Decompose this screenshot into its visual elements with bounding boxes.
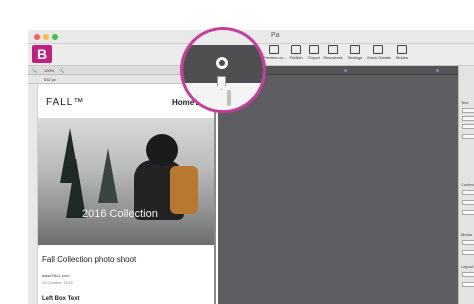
modes-button[interactable]: Modes (391, 45, 413, 65)
component-item[interactable] (462, 240, 474, 245)
page-preview[interactable]: FALL™ Home 2016 Collection Fall Collecti… (38, 84, 216, 304)
resources-label: Resources (323, 55, 343, 60)
app-logo: B (32, 45, 52, 63)
preview-label: Preview on... (263, 55, 287, 60)
article-date: 10 October, 2016 (42, 280, 73, 285)
export-icon (309, 45, 319, 54)
person-hood (146, 134, 178, 166)
component-item[interactable] (462, 124, 474, 129)
resources-icon (328, 45, 338, 54)
show-guides-button[interactable]: Show Guides (367, 45, 391, 65)
component-item[interactable] (462, 116, 474, 121)
zoom-in-icon[interactable]: 🔍 (59, 68, 64, 73)
monitor-icon (269, 45, 279, 54)
settings-label: Settings (347, 55, 363, 60)
zoom-out-icon[interactable]: 🔍 (32, 68, 37, 73)
panel-label-content: Conten (461, 182, 474, 187)
component-item[interactable] (462, 134, 474, 139)
guides-icon (373, 45, 383, 54)
show-guides-label: Show Guides (367, 55, 391, 60)
preview-button[interactable]: Preview on... (263, 45, 287, 65)
modes-icon (397, 45, 407, 54)
scrollbar-thumb[interactable] (227, 90, 231, 106)
backpack-shape (170, 166, 198, 214)
breakpoint-marker[interactable] (344, 69, 347, 72)
breakpoint-marker[interactable] (436, 69, 439, 72)
component-item[interactable] (462, 190, 474, 195)
page-width[interactable]: 532 px (44, 77, 56, 82)
minimize-window-button[interactable] (43, 34, 49, 40)
hero-caption: 2016 Collection (82, 208, 158, 220)
article-title[interactable]: Fall Collection photo shoot (42, 255, 136, 264)
zoom-window-button[interactable] (52, 34, 58, 40)
component-item[interactable] (462, 210, 474, 215)
component-item[interactable] (462, 272, 474, 277)
panel-label-text: Text (461, 100, 469, 105)
close-window-button[interactable] (34, 34, 40, 40)
component-item[interactable] (462, 282, 474, 287)
component-item[interactable] (462, 200, 474, 205)
left-box-title[interactable]: Left Box Text (42, 296, 80, 302)
settings-button[interactable]: Settings (344, 45, 366, 65)
brand-logo[interactable]: FALL™ (46, 97, 84, 108)
app-window: Pa B Preview on... Publish Export Resour… (0, 0, 474, 304)
settings-icon (350, 45, 360, 54)
component-item[interactable] (462, 108, 474, 113)
hero-image[interactable]: 2016 Collection (38, 118, 214, 245)
window-title: Pa (271, 32, 280, 39)
zoom-level[interactable]: 100% (44, 68, 54, 73)
publish-icon (291, 45, 301, 54)
component-item[interactable] (462, 250, 474, 255)
modes-label: Modes (395, 55, 408, 60)
panel-label-media: Media (461, 232, 472, 237)
breakpoint-handle-icon[interactable] (216, 57, 228, 69)
article-link[interactable]: www.FALL.com (42, 273, 70, 278)
magnified-page-area (183, 83, 263, 110)
components-panel: Text Conten Media Layout (458, 66, 474, 304)
magnifier-callout (180, 27, 266, 113)
panel-label-layout: Layout (461, 264, 474, 269)
tree-shape (98, 148, 118, 203)
resources-button[interactable]: Resources (322, 45, 344, 65)
left-gutter (28, 84, 38, 304)
